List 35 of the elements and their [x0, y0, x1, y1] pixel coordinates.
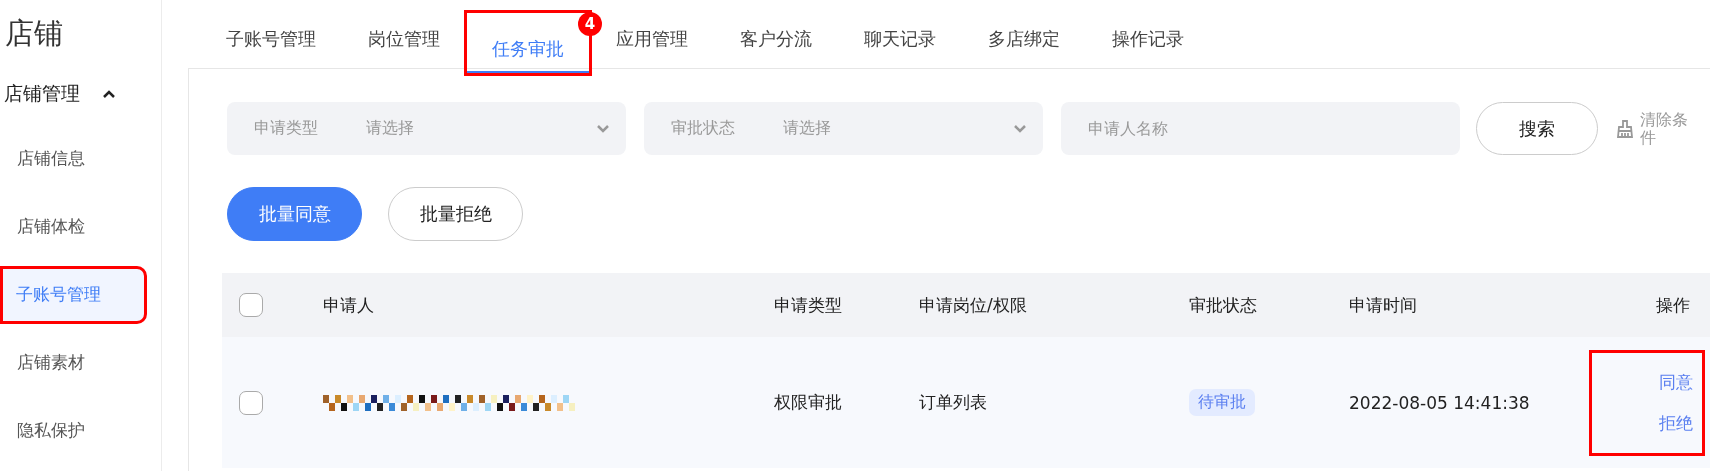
tab[interactable]: 岗位管理: [342, 0, 466, 68]
tab[interactable]: 客户分流: [714, 0, 838, 68]
column-header: 申请类型: [774, 293, 842, 317]
column-header: 操作: [1656, 293, 1690, 317]
tab[interactable]: 多店绑定: [962, 0, 1086, 68]
column-header: 审批状态: [1189, 293, 1257, 317]
table-cell: 权限审批: [774, 391, 842, 414]
batch-button[interactable]: 批量拒绝: [388, 187, 523, 241]
brush-icon: [1616, 118, 1634, 139]
chevron-down-icon: [1013, 124, 1027, 133]
table-cell: 2022-08-05 14:41:38: [1349, 392, 1530, 413]
action-link[interactable]: 同意: [1659, 370, 1693, 394]
sidebar-group[interactable]: 店铺管理: [4, 81, 80, 107]
checkbox[interactable]: [239, 293, 263, 317]
column-header: 申请人: [323, 293, 374, 317]
action-link[interactable]: 拒绝: [1659, 411, 1693, 435]
table-cell: 订单列表: [919, 391, 987, 414]
search-field[interactable]: 申请人名称: [1061, 102, 1460, 155]
tab[interactable]: 聊天记录: [838, 0, 962, 68]
column-header: 申请岗位/权限: [919, 293, 1027, 317]
column-header: 申请时间: [1349, 293, 1417, 317]
count-badge: 4: [578, 12, 602, 36]
sidebar-item[interactable]: 隐私保护: [0, 402, 147, 460]
status-tag: 待审批: [1189, 389, 1255, 416]
search-button[interactable]: 搜索: [1476, 102, 1598, 155]
sidebar-title: 店铺: [4, 15, 64, 52]
sidebar-item[interactable]: 子账号管理: [0, 266, 147, 324]
tab[interactable]: 子账号管理: [200, 0, 342, 68]
sidebar-item[interactable]: 店铺素材: [0, 334, 147, 392]
chevron-down-icon: [596, 124, 610, 133]
checkbox[interactable]: [239, 390, 263, 415]
sidebar-item[interactable]: 店铺信息: [0, 130, 147, 188]
sidebar-item[interactable]: 店铺体检: [0, 198, 147, 256]
batch-button[interactable]: 批量同意: [227, 187, 362, 241]
tab[interactable]: 操作记录: [1086, 0, 1210, 68]
